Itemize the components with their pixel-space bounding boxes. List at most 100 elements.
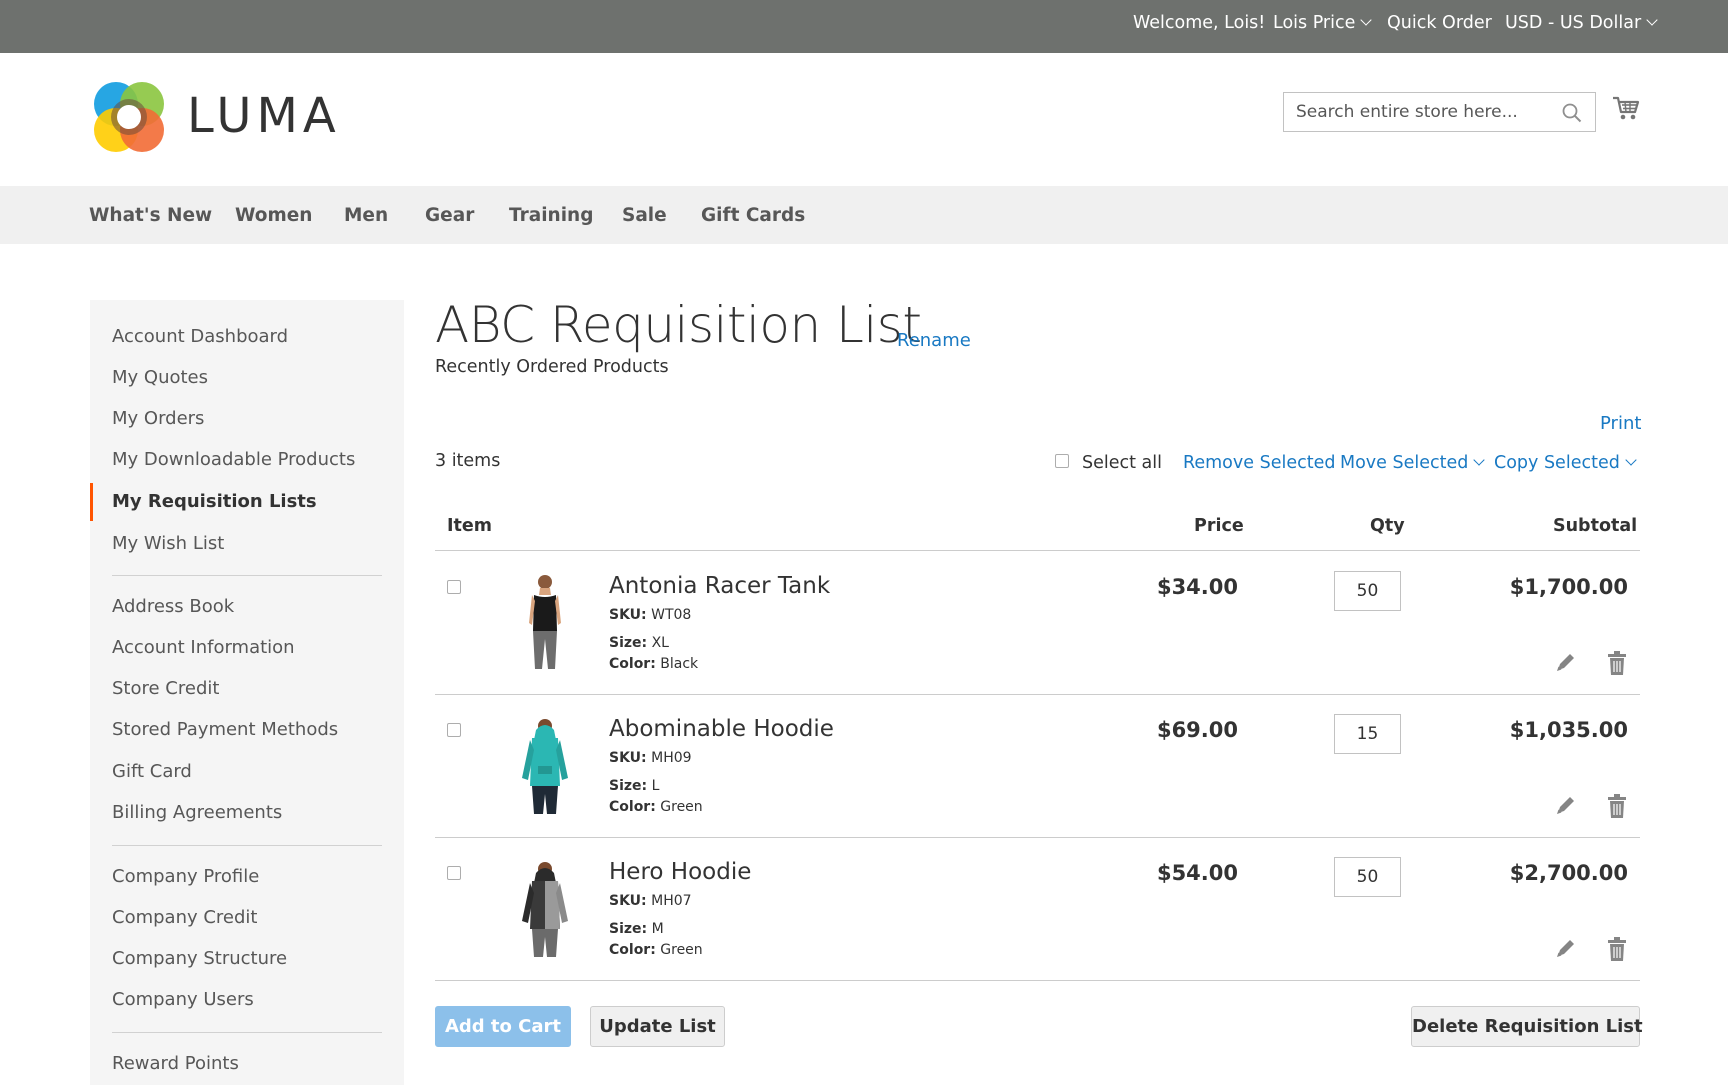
search-input[interactable] (1284, 93, 1554, 131)
size-label: Size: (609, 778, 648, 794)
sidebar-item-my-orders[interactable]: My Orders (112, 408, 204, 429)
list-description: Recently Ordered Products (435, 357, 669, 377)
page-title: ABC Requisition List (435, 296, 922, 354)
product-image[interactable] (510, 573, 580, 673)
product-size: Size: L (609, 778, 659, 794)
product-color: Color: Green (609, 942, 703, 958)
product-sku: SKU: WT08 (609, 607, 691, 623)
nav-item-men[interactable]: Men (344, 205, 388, 226)
main-navigation: What's New Women Men Gear Training Sale … (0, 186, 1728, 244)
sidebar-divider (112, 845, 382, 846)
sidebar-item-stored-payment-methods[interactable]: Stored Payment Methods (112, 719, 338, 740)
logo-link[interactable] (90, 80, 170, 156)
trash-icon[interactable] (1605, 793, 1629, 819)
sidebar-item-company-structure[interactable]: Company Structure (112, 948, 287, 969)
qty-input[interactable] (1334, 571, 1401, 611)
sidebar-item-my-downloadable-products[interactable]: My Downloadable Products (112, 449, 355, 470)
edit-icon[interactable] (1553, 793, 1577, 819)
color-label: Color: (609, 799, 656, 815)
select-all-checkbox[interactable] (1055, 454, 1069, 468)
logo-text[interactable]: LUMA (187, 88, 341, 144)
sidebar-item-my-wish-list[interactable]: My Wish List (112, 533, 224, 554)
size-value: M (651, 921, 664, 937)
row-select-checkbox[interactable] (447, 866, 461, 880)
row-divider (435, 980, 1640, 981)
row-select-checkbox[interactable] (447, 723, 461, 737)
row-select-checkbox[interactable] (447, 580, 461, 594)
size-label: Size: (609, 635, 648, 651)
update-list-button[interactable]: Update List (590, 1006, 725, 1047)
product-name-link[interactable]: Hero Hoodie (609, 859, 751, 885)
nav-item-whats-new[interactable]: What's New (89, 205, 212, 226)
sidebar-item-store-credit[interactable]: Store Credit (112, 678, 219, 699)
select-all-label[interactable]: Select all (1082, 453, 1162, 473)
chevron-down-icon (1646, 14, 1658, 26)
product-name-link[interactable]: Abominable Hoodie (609, 716, 834, 742)
search-icon[interactable] (1561, 102, 1583, 124)
items-count: 3 items (435, 451, 501, 471)
print-link[interactable]: Print (1600, 413, 1641, 434)
color-value: Green (660, 942, 703, 958)
color-label: Color: (609, 656, 656, 672)
product-sku: SKU: MH09 (609, 750, 692, 766)
sidebar-item-reward-points[interactable]: Reward Points (112, 1053, 239, 1074)
sku-label: SKU: (609, 750, 647, 766)
table-header-divider (435, 550, 1640, 551)
add-to-cart-button[interactable]: Add to Cart (435, 1006, 571, 1047)
edit-icon[interactable] (1553, 936, 1577, 962)
copy-selected-label: Copy Selected (1494, 453, 1620, 473)
sidebar-item-billing-agreements[interactable]: Billing Agreements (112, 802, 282, 823)
sku-label: SKU: (609, 607, 647, 623)
luma-logo-icon (94, 82, 164, 152)
sidebar-item-my-quotes[interactable]: My Quotes (112, 367, 208, 388)
sidebar-item-my-requisition-lists[interactable]: My Requisition Lists (112, 491, 317, 512)
product-image[interactable] (510, 859, 580, 959)
qty-input[interactable] (1334, 857, 1401, 897)
product-image[interactable] (510, 716, 580, 816)
sku-value: WT08 (651, 607, 692, 623)
account-menu[interactable]: Lois Price (1273, 13, 1373, 33)
account-menu-label: Lois Price (1273, 13, 1356, 33)
account-sidebar: Account Dashboard My Quotes My Orders My… (90, 300, 404, 1085)
trash-icon[interactable] (1605, 650, 1629, 676)
move-selected-dropdown[interactable]: Move Selected (1340, 453, 1486, 473)
nav-item-sale[interactable]: Sale (622, 205, 667, 226)
nav-item-gear[interactable]: Gear (425, 205, 474, 226)
size-label: Size: (609, 921, 648, 937)
product-color: Color: Black (609, 656, 698, 672)
currency-switcher[interactable]: USD - US Dollar (1505, 13, 1658, 33)
product-name-link[interactable]: Antonia Racer Tank (609, 573, 830, 599)
rename-link[interactable]: Rename (897, 330, 971, 351)
trash-icon[interactable] (1605, 936, 1629, 962)
sku-value: MH07 (651, 893, 692, 909)
search-box (1283, 92, 1596, 132)
chevron-down-icon (1360, 14, 1373, 26)
nav-item-training[interactable]: Training (509, 205, 593, 226)
sidebar-item-account-dashboard[interactable]: Account Dashboard (112, 326, 288, 347)
copy-selected-dropdown[interactable]: Copy Selected (1494, 453, 1637, 473)
chevron-down-icon (1625, 454, 1637, 466)
sidebar-item-gift-card[interactable]: Gift Card (112, 761, 192, 782)
column-header-price: Price (1194, 516, 1244, 536)
sidebar-item-company-credit[interactable]: Company Credit (112, 907, 258, 928)
edit-icon[interactable] (1553, 650, 1577, 676)
sidebar-item-company-profile[interactable]: Company Profile (112, 866, 259, 887)
color-value: Green (660, 799, 703, 815)
quick-order-link[interactable]: Quick Order (1387, 13, 1492, 33)
sidebar-item-account-information[interactable]: Account Information (112, 637, 295, 658)
sidebar-item-company-users[interactable]: Company Users (112, 989, 254, 1010)
color-value: Black (660, 656, 699, 672)
delete-requisition-list-button[interactable]: Delete Requisition List (1411, 1006, 1643, 1047)
row-divider (435, 694, 1640, 695)
sidebar-divider (112, 1032, 382, 1033)
sidebar-item-address-book[interactable]: Address Book (112, 596, 234, 617)
product-subtotal: $1,700.00 (1509, 575, 1628, 599)
qty-input[interactable] (1334, 714, 1401, 754)
nav-item-women[interactable]: Women (235, 205, 312, 226)
sku-label: SKU: (609, 893, 647, 909)
sku-value: MH09 (651, 750, 692, 766)
sidebar-divider (112, 575, 382, 576)
remove-selected-link[interactable]: Remove Selected (1183, 453, 1335, 473)
nav-item-gift-cards[interactable]: Gift Cards (701, 205, 805, 226)
cart-icon[interactable] (1612, 94, 1640, 122)
